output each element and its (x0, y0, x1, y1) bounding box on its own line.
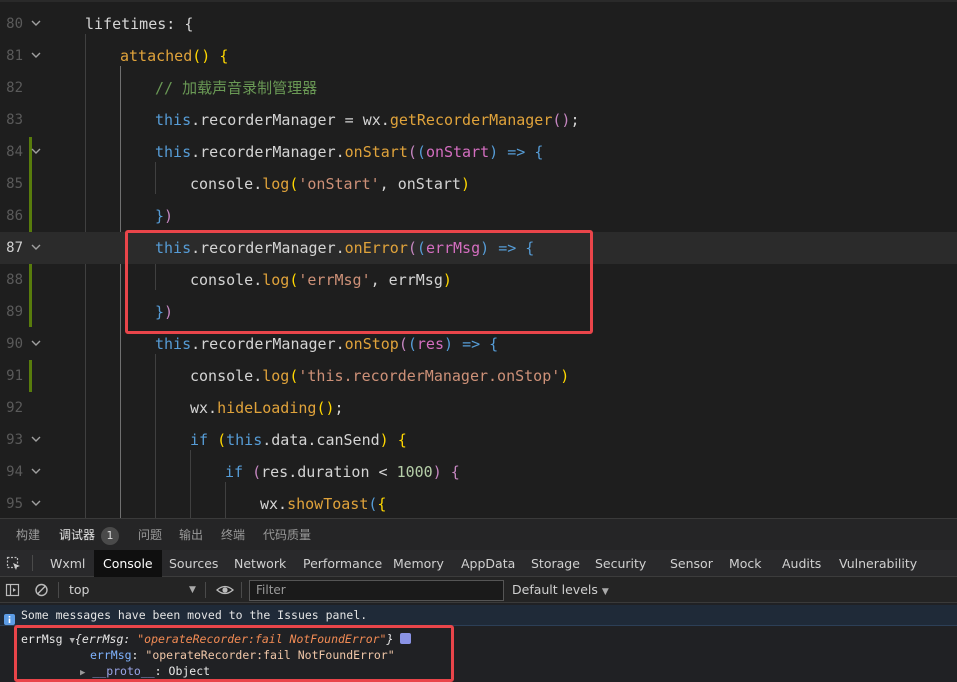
chevron-down-icon[interactable] (30, 49, 42, 61)
chevron-down-icon[interactable] (30, 241, 42, 253)
dropdown-arrow-icon: ▼ (601, 587, 609, 597)
chevron-down-icon[interactable] (30, 145, 42, 157)
code-line[interactable]: 91 console.log('this.recorderManager.onS… (0, 360, 957, 392)
tab-security[interactable]: Security (595, 550, 646, 577)
code-comment: // 加载声音录制管理器 (155, 79, 318, 97)
chevron-down-icon[interactable] (30, 465, 42, 477)
code-text: console.log('onStart', onStart) (190, 175, 470, 193)
console-output[interactable]: Some messages have been moved to the Iss… (0, 603, 957, 682)
tab-storage[interactable]: Storage (531, 550, 580, 577)
line-number: 91 (6, 368, 23, 384)
line-number: 87 (6, 240, 23, 256)
line-number: 85 (6, 176, 23, 192)
chevron-down-icon[interactable] (30, 433, 42, 445)
info-message-row: Some messages have been moved to the Iss… (0, 605, 957, 626)
filter-input[interactable]: Filter (249, 580, 504, 601)
info-message: Some messages have been moved to the Iss… (21, 608, 368, 622)
code-line[interactable]: 80 lifetimes: { (0, 8, 957, 40)
line-number: 92 (6, 400, 23, 416)
chevron-down-icon[interactable] (30, 497, 42, 509)
tab-performance[interactable]: Performance (303, 550, 382, 577)
highlight-box (14, 625, 454, 682)
tab-sensor[interactable]: Sensor (670, 550, 713, 577)
code-text: this.recorderManager.onStart((onStart) =… (155, 143, 544, 161)
code-text: }) (155, 207, 174, 225)
line-number: 82 (6, 80, 23, 96)
divider (241, 582, 242, 598)
line-number: 86 (6, 208, 23, 224)
divider (32, 555, 33, 571)
sidebar-toggle-icon[interactable] (5, 582, 21, 598)
divider (205, 582, 206, 598)
count-badge: 1 (101, 527, 120, 545)
divider (58, 582, 59, 598)
tab-output[interactable]: 输出 (179, 519, 203, 551)
code-text: if (res.duration < 1000) { (225, 463, 460, 481)
line-number: 81 (6, 48, 23, 64)
code-text: if (this.data.canSend) { (190, 431, 407, 449)
line-number: 80 (6, 16, 23, 32)
devtools-tab-bar: Wxml Console Sources Network Performance… (0, 550, 957, 577)
tab-memory[interactable]: Memory (393, 550, 444, 577)
code-line[interactable]: 84 this.recorderManager.onStart((onStart… (0, 136, 957, 168)
code-line[interactable]: 86 }) (0, 200, 957, 232)
line-number: 83 (6, 112, 23, 128)
tab-problems[interactable]: 问题 (138, 519, 162, 551)
code-text: wx.hideLoading(); (190, 399, 344, 417)
tab-console[interactable]: Console (94, 550, 162, 577)
code-line[interactable]: 95 wx.showToast({ (0, 488, 957, 518)
tab-code-quality[interactable]: 代码质量 (263, 519, 311, 551)
info-icon (4, 610, 15, 625)
tab-build[interactable]: 构建 (16, 519, 40, 551)
panel-tab-bar: 构建 调试器 1 问题 输出 终端 代码质量 (0, 518, 957, 550)
line-number: 90 (6, 336, 23, 352)
tab-debugger-label: 调试器 (59, 528, 96, 542)
tab-vulnerability[interactable]: Vulnerability (839, 550, 917, 577)
code-line[interactable]: 94 if (res.duration < 1000) { (0, 456, 957, 488)
tab-terminal[interactable]: 终端 (221, 519, 245, 551)
highlight-box (125, 230, 593, 334)
log-levels-label: Default levels (512, 582, 598, 597)
code-editor[interactable]: 80 lifetimes: { 81 attached() { 82 // 加载… (0, 0, 957, 518)
line-number: 95 (6, 496, 23, 512)
line-number: 93 (6, 432, 23, 448)
tab-network[interactable]: Network (234, 550, 286, 577)
tab-wxml[interactable]: Wxml (50, 550, 85, 577)
clear-console-icon[interactable] (34, 582, 50, 598)
line-number: 94 (6, 464, 23, 480)
tab-appdata[interactable]: AppData (461, 550, 515, 577)
chevron-down-icon[interactable] (30, 17, 42, 29)
line-number: 89 (6, 304, 23, 320)
line-number: 84 (6, 144, 23, 160)
code-line[interactable]: 93 if (this.data.canSend) { (0, 424, 957, 456)
tab-sources[interactable]: Sources (169, 550, 218, 577)
context-select-value[interactable]: top (69, 577, 89, 603)
code-text: attached() { (120, 47, 229, 65)
log-levels-select[interactable]: Default levels ▼ (512, 577, 609, 605)
code-text: lifetimes: { (85, 15, 194, 33)
code-text: this.recorderManager = wx.getRecorderMan… (155, 111, 580, 129)
code-line[interactable]: 92 wx.hideLoading(); (0, 392, 957, 424)
code-line[interactable]: 83 this.recorderManager = wx.getRecorder… (0, 104, 957, 136)
inspect-element-icon[interactable] (6, 556, 22, 572)
code-text: console.log('this.recorderManager.onStop… (190, 367, 570, 385)
tab-audits[interactable]: Audits (782, 550, 821, 577)
tab-debugger[interactable]: 调试器 1 (59, 519, 120, 551)
code-text: wx.showToast({ (260, 495, 387, 513)
dropdown-arrow-icon[interactable]: ▼ (189, 577, 196, 603)
line-number: 88 (6, 272, 23, 288)
eye-icon[interactable] (216, 582, 234, 598)
code-line[interactable]: 85 console.log('onStart', onStart) (0, 168, 957, 200)
code-line[interactable]: 82 // 加载声音录制管理器 (0, 72, 957, 104)
console-toolbar: top ▼ Filter Default levels ▼ (0, 577, 957, 603)
tab-mock[interactable]: Mock (729, 550, 762, 577)
code-line[interactable]: 81 attached() { (0, 40, 957, 72)
chevron-down-icon[interactable] (30, 337, 42, 349)
